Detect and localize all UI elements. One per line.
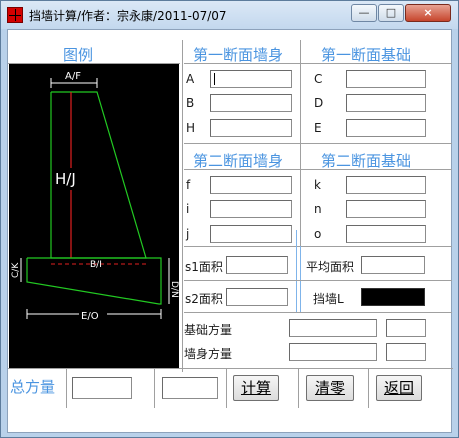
wall-volume-extra-input[interactable] bbox=[386, 343, 426, 361]
input-d[interactable] bbox=[346, 94, 426, 112]
clear-button[interactable]: 清零 bbox=[306, 375, 354, 401]
input-e[interactable] bbox=[346, 119, 426, 137]
input-f[interactable] bbox=[210, 176, 292, 194]
avg-area-label: 平均面积 bbox=[306, 260, 355, 274]
section2-base-heading: 第二断面基础 bbox=[321, 152, 412, 170]
field-label-c: C bbox=[314, 72, 323, 86]
calculate-button[interactable]: 计算 bbox=[233, 375, 279, 401]
svg-text:C/K: C/K bbox=[11, 262, 21, 278]
base-volume-label: 基础方量 bbox=[184, 323, 233, 337]
svg-text:E/O: E/O bbox=[81, 311, 99, 322]
vertical-divider-left bbox=[182, 40, 183, 372]
label-a-f: A/F bbox=[65, 71, 81, 82]
svg-text:D/N: D/N bbox=[169, 281, 179, 298]
section2-wall-heading: 第二断面墙身 bbox=[193, 152, 284, 170]
field-label-e: E bbox=[314, 121, 322, 135]
label-h-j: H/J bbox=[55, 170, 76, 188]
s1-area-label: s1面积 bbox=[185, 260, 223, 274]
base-volume-input[interactable] bbox=[289, 319, 377, 337]
input-c[interactable] bbox=[346, 70, 426, 88]
field-label-i: i bbox=[186, 202, 190, 216]
main-panel: 图例 A/F H/J B/I C/K D/N E/O 第一断面墙身 第一断面基础… bbox=[7, 29, 453, 433]
input-i[interactable] bbox=[210, 200, 292, 218]
input-k[interactable] bbox=[346, 176, 426, 194]
app-window: 挡墙计算/作者：宗永康/2011-07/07 — □ × 图例 A/F H/J bbox=[0, 0, 459, 438]
back-button[interactable]: 返回 bbox=[376, 375, 422, 401]
s2-area-input[interactable] bbox=[226, 288, 288, 306]
input-j[interactable] bbox=[210, 225, 292, 243]
field-label-j: j bbox=[186, 227, 190, 241]
legend-heading: 图例 bbox=[63, 46, 94, 64]
s2-area-label: s2面积 bbox=[185, 292, 223, 306]
s1-area-input[interactable] bbox=[226, 256, 288, 274]
field-label-h: H bbox=[186, 121, 196, 135]
avg-area-input[interactable] bbox=[361, 256, 425, 274]
total-volume-input[interactable] bbox=[72, 377, 132, 399]
field-label-b: B bbox=[186, 96, 195, 110]
app-icon bbox=[7, 7, 23, 23]
field-label-d: D bbox=[314, 96, 324, 110]
minimize-button[interactable]: — bbox=[351, 4, 377, 22]
total-volume-label: 总方量 bbox=[10, 378, 56, 396]
base-volume-extra-input[interactable] bbox=[386, 319, 426, 337]
field-label-n: n bbox=[314, 202, 322, 216]
input-h[interactable] bbox=[210, 119, 292, 137]
field-label-o: o bbox=[314, 227, 322, 241]
input-a[interactable] bbox=[210, 70, 292, 88]
wall-diagram: A/F H/J B/I C/K D/N E/O bbox=[9, 64, 179, 368]
maximize-button[interactable]: □ bbox=[378, 4, 404, 22]
title-bar: 挡墙计算/作者：宗永康/2011-07/07 — □ × bbox=[1, 1, 458, 29]
field-label-k: k bbox=[314, 178, 321, 192]
window-title: 挡墙计算/作者：宗永康/2011-07/07 bbox=[29, 9, 227, 23]
wall-volume-label: 墙身方量 bbox=[184, 347, 233, 361]
section1-base-heading: 第一断面基础 bbox=[321, 46, 412, 64]
close-button[interactable]: × bbox=[405, 4, 451, 22]
field-label-a: A bbox=[186, 72, 195, 86]
total-volume-extra-input[interactable] bbox=[162, 377, 218, 399]
section1-wall-heading: 第一断面墙身 bbox=[193, 46, 284, 64]
svg-text:B/I: B/I bbox=[90, 260, 102, 270]
input-b[interactable] bbox=[210, 94, 292, 112]
wall-volume-input[interactable] bbox=[289, 343, 377, 361]
wall-length-label: 挡墙L bbox=[313, 292, 344, 306]
input-n[interactable] bbox=[346, 200, 426, 218]
input-o[interactable] bbox=[346, 225, 426, 243]
field-label-f: f bbox=[186, 178, 191, 192]
wall-length-input[interactable] bbox=[361, 288, 425, 306]
